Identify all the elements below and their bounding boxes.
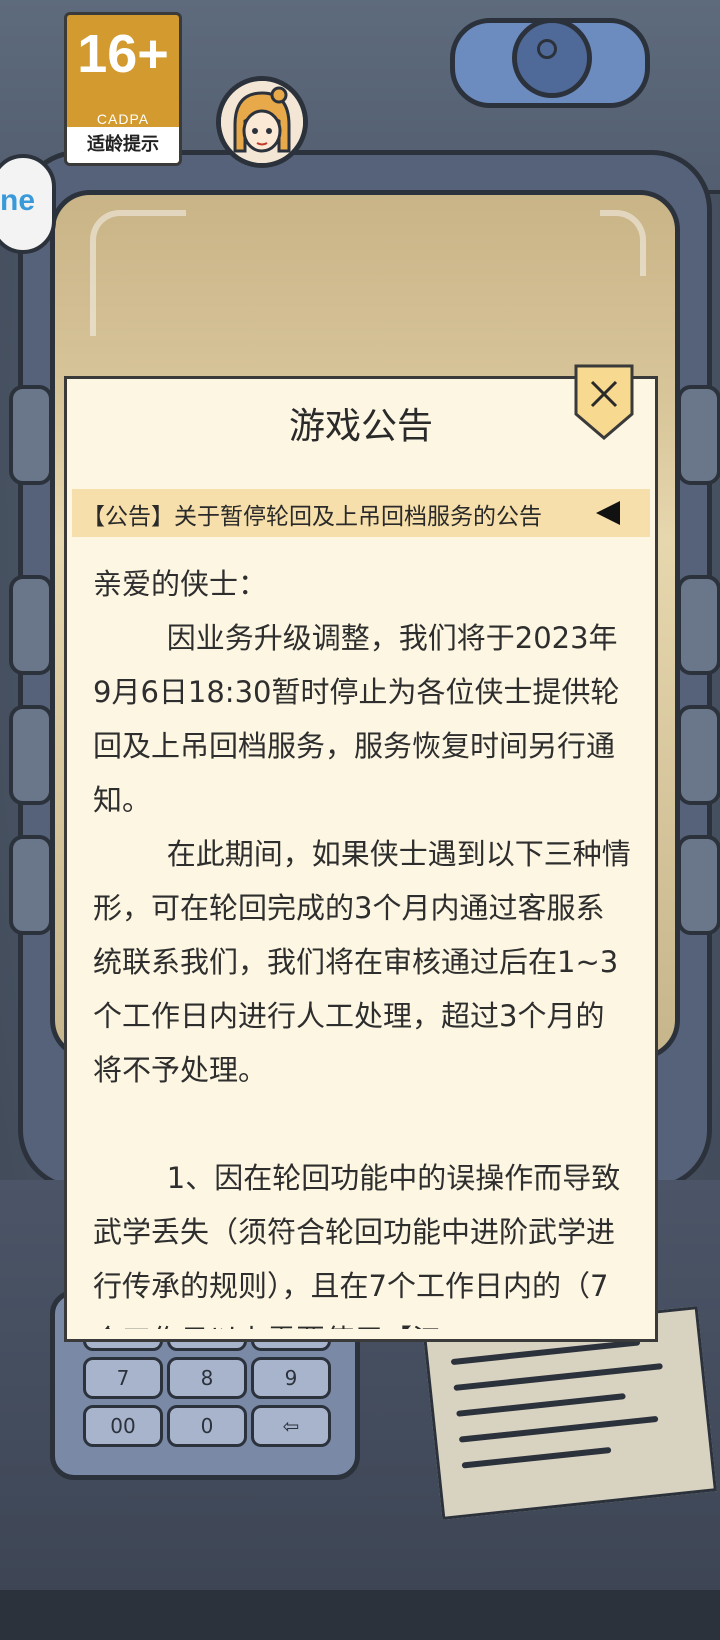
announcement-dialog: 游戏公告 【公告】关于暂停轮回及上吊回档服务的公告 亲爱的侠士： 因业务升级调整… — [64, 376, 658, 1342]
keypad-key: ⇦ — [251, 1405, 331, 1447]
content-paragraph: 1、因在轮回功能中的误操作而导致武学丢失（须符合轮回功能中进阶武学进行传承的规则… — [93, 1161, 621, 1329]
screen-shine — [600, 210, 646, 276]
announcement-content: 亲爱的侠士： 因业务升级调整，我们将于2023年9月6日18:30暂时停止为各位… — [93, 557, 631, 1329]
keypad-key: 8 — [167, 1357, 247, 1399]
machine-side-button — [9, 385, 53, 485]
age-rating-org: CADPA — [96, 111, 150, 127]
content-paragraph: 亲爱的侠士： — [93, 567, 268, 601]
content-paragraph: 因业务升级调整，我们将于2023年9月6日18:30暂时停止为各位侠士提供轮回及… — [93, 621, 620, 817]
dialog-title: 游戏公告 — [288, 406, 433, 447]
customer-service-avatar[interactable] — [216, 76, 308, 168]
machine-side-button — [9, 705, 53, 805]
machine-side-button — [677, 385, 720, 485]
girl-avatar-icon — [221, 81, 303, 163]
notice-item-title: 【公告】关于暂停轮回及上吊回档服务的公告 — [82, 504, 542, 530]
machine-base — [0, 1590, 720, 1640]
keypad-key: 9 — [251, 1357, 331, 1399]
age-rating-number: 16+ — [77, 24, 169, 84]
triangle-left-icon — [596, 501, 620, 525]
keypad-key: 0 — [167, 1405, 247, 1447]
side-floating-tab[interactable]: ne — [0, 154, 56, 254]
machine-side-button — [677, 705, 720, 805]
camera-lens-icon — [512, 18, 592, 98]
machine-side-button — [677, 835, 720, 935]
machine-side-button — [9, 835, 53, 935]
machine-side-button — [677, 575, 720, 675]
screen-shine — [90, 210, 186, 336]
side-tab-label: ne — [0, 184, 36, 217]
machine-side-button — [9, 575, 53, 675]
keypad-key: 7 — [83, 1357, 163, 1399]
content-paragraph: 在此期间，如果侠士遇到以下三种情形，可在轮回完成的3个月内通过客服系统联系我们，… — [93, 837, 631, 1087]
close-icon[interactable] — [572, 362, 636, 442]
age-rating-badge[interactable]: 16+ CADPA 适龄提示 — [64, 12, 182, 166]
keypad-key: 00 — [83, 1405, 163, 1447]
age-rating-tip: 适龄提示 — [67, 127, 179, 163]
content-paragraph — [93, 1097, 631, 1151]
notice-item-selected[interactable]: 【公告】关于暂停轮回及上吊回档服务的公告 — [72, 489, 650, 537]
